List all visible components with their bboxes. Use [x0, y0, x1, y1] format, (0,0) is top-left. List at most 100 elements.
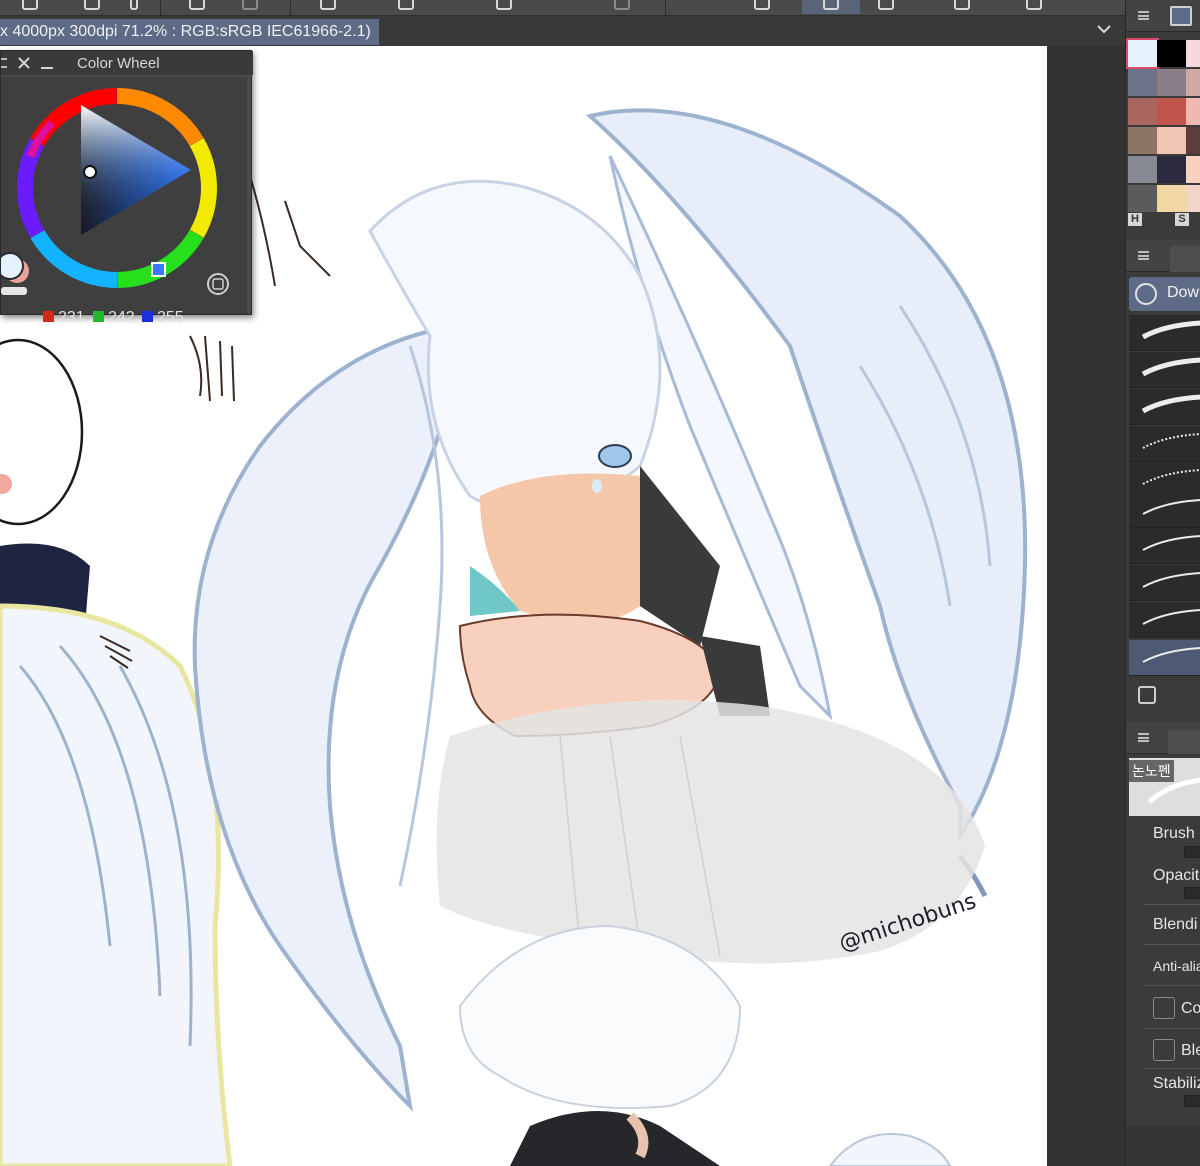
color-toggle-icon[interactable] [1, 287, 27, 295]
toolbar-button-transform[interactable] [482, 0, 526, 14]
toolbar-button-1[interactable] [8, 0, 52, 14]
blue-square-icon [142, 311, 153, 322]
brush-preset-row[interactable] [1129, 528, 1200, 564]
color-swatch[interactable] [1157, 127, 1186, 154]
wing-tip [828, 1133, 952, 1166]
stabilization-slider[interactable] [1184, 1095, 1200, 1107]
toolbar-button-undo[interactable] [175, 0, 219, 14]
filmstrip-icon [754, 0, 770, 10]
command-bar [0, 0, 1125, 16]
toolbar-button-wheel[interactable] [802, 0, 860, 14]
hue-handle[interactable] [151, 262, 166, 277]
arrow-icon [130, 0, 138, 10]
divider [1144, 904, 1200, 905]
dock-bottom [1126, 1126, 1200, 1166]
redo-icon [242, 0, 258, 10]
panel-menu-icon[interactable] [1138, 11, 1149, 20]
triangle-handle[interactable] [83, 165, 97, 179]
color-set-grid [1126, 38, 1200, 212]
color-swatch[interactable] [1157, 40, 1186, 67]
toolbar-button-fill[interactable] [306, 0, 350, 14]
mode-icon[interactable] [207, 273, 229, 295]
color-swatch[interactable] [1186, 156, 1200, 183]
toolbar-button-clear[interactable] [384, 0, 428, 14]
panel-menu-icon[interactable] [1138, 251, 1149, 260]
brush-preset-row[interactable] [1129, 426, 1200, 462]
toolbar-separator [160, 0, 161, 16]
toolbar-separator [665, 0, 666, 16]
brush-preset-row[interactable] [1129, 565, 1200, 601]
minimize-icon[interactable] [41, 67, 53, 69]
color-swatch[interactable] [1186, 127, 1200, 154]
ruler-icon [878, 0, 894, 10]
opacity-label: Opacit [1153, 867, 1200, 884]
color-swatch[interactable] [1186, 185, 1200, 212]
color-swatch[interactable] [1157, 98, 1186, 125]
filmstrip-icon[interactable] [1170, 6, 1192, 26]
toolbar-button-redo[interactable] [228, 0, 272, 14]
toolbar-button-3[interactable] [112, 0, 156, 14]
s-label-badge[interactable]: S [1175, 213, 1189, 226]
brush-preset-row[interactable] [1129, 352, 1200, 388]
speech-bubble-sketch [0, 338, 84, 526]
h-label-badge[interactable]: H [1128, 213, 1142, 226]
close-icon[interactable] [17, 56, 31, 70]
brush-preset-row[interactable] [1129, 492, 1200, 528]
divider [1144, 944, 1200, 945]
download-button[interactable]: Dow [1129, 277, 1200, 311]
sub-tool-header [1126, 240, 1200, 272]
color-swatch[interactable] [1186, 69, 1200, 96]
red-value: 231 [43, 309, 85, 327]
transform-icon [496, 0, 512, 10]
tray-icon [22, 0, 38, 10]
hue-ring[interactable] [0, 77, 247, 314]
color-swatch[interactable] [1128, 185, 1157, 212]
color-wheel-title: Color Wheel [77, 55, 160, 72]
color-swatch[interactable] [1157, 69, 1186, 96]
toolbar-button-select[interactable] [600, 0, 644, 14]
document-tab[interactable]: x 4000px 300dpi 71.2% : RGB:sRGB IEC6196… [0, 19, 379, 45]
color-swatch[interactable] [1186, 40, 1200, 67]
tool-property-header [1126, 722, 1200, 754]
canvas-gap [1047, 46, 1125, 1166]
selection-icon [614, 0, 630, 10]
brush-preset-row[interactable] [1129, 315, 1200, 351]
speech-bubble-icon [1026, 0, 1042, 10]
opacity-slider[interactable] [1184, 887, 1200, 899]
color-swatch[interactable] [1128, 156, 1157, 183]
toolbar-button-chat[interactable] [1012, 0, 1056, 14]
toolbar-button-ruler[interactable] [864, 0, 908, 14]
anti-alias-label[interactable]: Anti-alia [1153, 958, 1200, 974]
sliders-icon[interactable] [1168, 730, 1200, 754]
toolbar-button-filmstrip[interactable] [740, 0, 784, 14]
current-color-swatch[interactable] [0, 252, 24, 280]
chevron-down-icon[interactable] [1097, 22, 1111, 36]
brush-preset-row[interactable] [1129, 602, 1200, 638]
panel-menu-icon[interactable] [1138, 733, 1149, 742]
brush-settings-icon[interactable] [1138, 686, 1156, 704]
color-checkbox[interactable] [1153, 997, 1175, 1019]
brush-preset-row[interactable] [1129, 389, 1200, 425]
toolbar-button-layer[interactable] [940, 0, 984, 14]
color-swatch[interactable] [1157, 185, 1186, 212]
color-swatch[interactable] [1157, 156, 1186, 183]
tray-icon [84, 0, 100, 10]
color-wheel-titlebar[interactable]: Color Wheel [1, 51, 253, 75]
brush-preset-row[interactable] [1129, 640, 1200, 676]
color-swatch[interactable] [1128, 127, 1157, 154]
pen-tool-icon[interactable] [1170, 246, 1200, 272]
toolbar-button-2[interactable] [70, 0, 114, 14]
green-value: 242 [93, 309, 135, 327]
panel-menu-icon[interactable] [1, 58, 7, 68]
brush-stroke-preview [1147, 777, 1200, 804]
blue-value: 255 [142, 309, 184, 327]
color-swatch[interactable] [1126, 38, 1159, 69]
color-swatch[interactable] [1128, 98, 1157, 125]
layer-icon [954, 0, 970, 10]
brush-size-slider[interactable] [1184, 846, 1200, 858]
blending-label[interactable]: Blendi [1153, 916, 1197, 934]
blend-checkbox[interactable] [1153, 1039, 1175, 1061]
color-swatch[interactable] [1128, 69, 1157, 96]
right-dock: H S Dow 논노펜 Brush Opacit Blendi Anti-ali… [1125, 0, 1200, 1166]
color-swatch[interactable] [1186, 98, 1200, 125]
